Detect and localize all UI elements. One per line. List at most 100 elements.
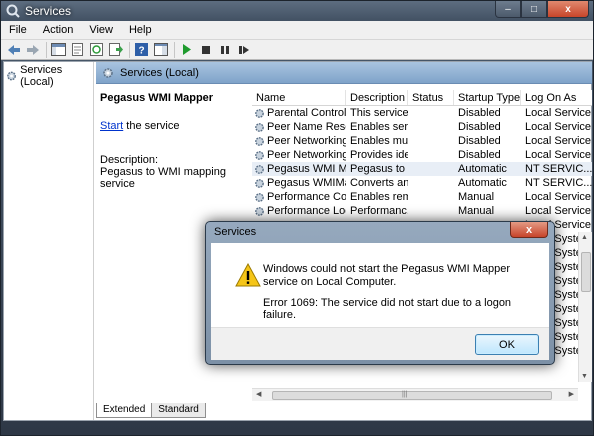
cell-name: Pegasus WMIMap... (252, 176, 346, 190)
column-header-log-on-as[interactable]: Log On As (521, 90, 592, 105)
cell-log-on-as: Local Service (525, 135, 592, 147)
scroll-left-icon[interactable]: ◀ (256, 390, 261, 398)
tree-item-services-local[interactable]: Services (Local) (6, 64, 93, 88)
cell-log-on-as: Local Service (525, 121, 592, 133)
back-icon[interactable] (5, 42, 22, 58)
view-tabs: Extended Standard (96, 403, 206, 419)
start-service-suffix: the service (123, 120, 180, 132)
service-gear-icon (255, 178, 264, 188)
service-gear-icon (255, 136, 264, 146)
table-row[interactable]: Peer Networking ... Enables mul... Disable… (252, 134, 592, 148)
horizontal-scrollbar[interactable]: ◀ ||| ▶ (252, 388, 578, 401)
dialog-title: Services (214, 226, 257, 238)
cell-text: Performance Logs... (267, 205, 346, 217)
scroll-thumb[interactable] (272, 391, 552, 400)
cell-name: Parental Controls (252, 106, 346, 120)
column-header-description[interactable]: Description (346, 90, 408, 105)
service-gear-icon (255, 108, 264, 118)
cell-startup-type: Manual (458, 205, 495, 217)
cell-text: Pegasus WMI Ma... (267, 163, 346, 175)
pause-service-icon[interactable] (216, 42, 233, 58)
console-tree: Services (Local) (4, 62, 94, 420)
cell-description: Pegasus to ... (350, 163, 408, 175)
table-row[interactable]: Performance Logs... Performanc... Manual Lo… (252, 204, 592, 218)
table-row[interactable]: Parental Controls This service ... Disable… (252, 106, 592, 120)
service-description: Pegasus to WMI mapping service (100, 166, 226, 190)
menu-file[interactable]: File (1, 24, 35, 36)
toolbar-separator (174, 41, 175, 58)
table-row[interactable]: Peer Name Resolu... Enables serv... Disabl… (252, 120, 592, 134)
error-message: Windows could not start the Pegasus WMI … (263, 263, 510, 288)
properties-icon[interactable] (69, 42, 86, 58)
table-row[interactable]: Pegasus WMI Ma... Pegasus to ... Automatic… (252, 162, 592, 176)
service-gear-icon (255, 164, 264, 174)
console-tree-icon[interactable] (50, 42, 67, 58)
cell-text: Peer Networking I... (267, 149, 346, 161)
cell-name: Peer Networking I... (252, 148, 346, 162)
menu-view[interactable]: View (81, 24, 121, 36)
tab-standard[interactable]: Standard (151, 403, 206, 418)
table-row[interactable]: Peer Networking I... Provides ide... Disab… (252, 148, 592, 162)
tree-item-label: Services (Local) (20, 64, 63, 88)
tab-extended[interactable]: Extended (96, 403, 153, 418)
selected-service-name: Pegasus WMI Mapper (100, 92, 214, 104)
cell-name: Performance Logs... (252, 204, 346, 218)
scroll-up-icon[interactable]: ▲ (581, 234, 588, 241)
cell-description: Provides ide... (350, 149, 408, 161)
stop-service-icon[interactable] (197, 42, 214, 58)
dialog-close-button[interactable]: x (510, 222, 548, 238)
cell-text: Peer Networking ... (267, 135, 346, 147)
cell-name: Pegasus WMI Ma... (252, 162, 346, 176)
error-code-message: Error 1069: The service did not start du… (263, 297, 512, 321)
scroll-down-icon[interactable]: ▼ (581, 373, 588, 380)
service-gear-icon (255, 192, 264, 202)
table-row[interactable]: Pegasus WMIMap... Converts an... Automatic… (252, 176, 592, 190)
menu-bar: File Action View Help (1, 21, 593, 40)
column-header-startup-type[interactable]: Startup Type (454, 90, 521, 105)
column-header-status[interactable]: Status (408, 90, 454, 105)
toolbar-separator (46, 41, 47, 58)
dialog-body: Windows could not start the Pegasus WMI … (211, 243, 549, 327)
toolbar: ? (1, 40, 593, 60)
help-icon[interactable]: ? (133, 42, 150, 58)
menu-action[interactable]: Action (35, 24, 82, 36)
start-service-icon[interactable] (178, 42, 195, 58)
cell-text: Performance Cou... (267, 191, 346, 203)
cell-description: Converts an... (350, 177, 408, 189)
scroll-right-icon[interactable]: ▶ (569, 390, 574, 398)
service-details: Pegasus WMI Mapper Start the service Des… (100, 92, 250, 190)
forward-icon[interactable] (24, 42, 41, 58)
cell-text: Parental Controls (267, 107, 346, 119)
start-service-link[interactable]: Start (100, 120, 123, 132)
service-gear-icon (255, 150, 264, 160)
services-gear-icon (103, 67, 113, 78)
show-hide-pane-icon[interactable] (152, 42, 169, 58)
refresh-icon[interactable] (88, 42, 105, 58)
cell-startup-type: Disabled (458, 135, 501, 147)
title-bar[interactable]: Services – □ x (1, 1, 593, 21)
ok-button[interactable]: OK (475, 334, 539, 355)
cell-description: Performanc... (350, 205, 408, 217)
cell-description: This service ... (350, 107, 408, 119)
table-row[interactable]: Performance Cou... Enables rem... Manual Lo… (252, 190, 592, 204)
cell-log-on-as: NT SERVIC... (525, 163, 592, 175)
list-header: Name Description Status Startup Type Log… (252, 90, 592, 106)
cell-startup-type: Automatic (458, 163, 507, 175)
window-controls: – □ x (495, 1, 589, 18)
menu-help[interactable]: Help (121, 24, 160, 36)
column-header-name[interactable]: Name (252, 90, 346, 105)
minimize-button[interactable]: – (495, 1, 521, 18)
description-label: Description: (100, 154, 159, 166)
start-service-line: Start the service (100, 120, 250, 132)
service-gear-icon (255, 206, 264, 216)
restart-service-icon[interactable] (235, 42, 252, 58)
cell-log-on-as: Local Service (525, 107, 592, 119)
maximize-button[interactable]: □ (521, 1, 547, 18)
close-button[interactable]: x (547, 1, 589, 18)
vertical-scrollbar[interactable]: ▲ ▼ (578, 232, 592, 382)
scroll-thumb[interactable] (581, 252, 591, 292)
export-list-icon[interactable] (107, 42, 124, 58)
cell-description: Enables serv... (350, 121, 408, 133)
cell-startup-type: Disabled (458, 121, 501, 133)
cell-name: Performance Cou... (252, 190, 346, 204)
